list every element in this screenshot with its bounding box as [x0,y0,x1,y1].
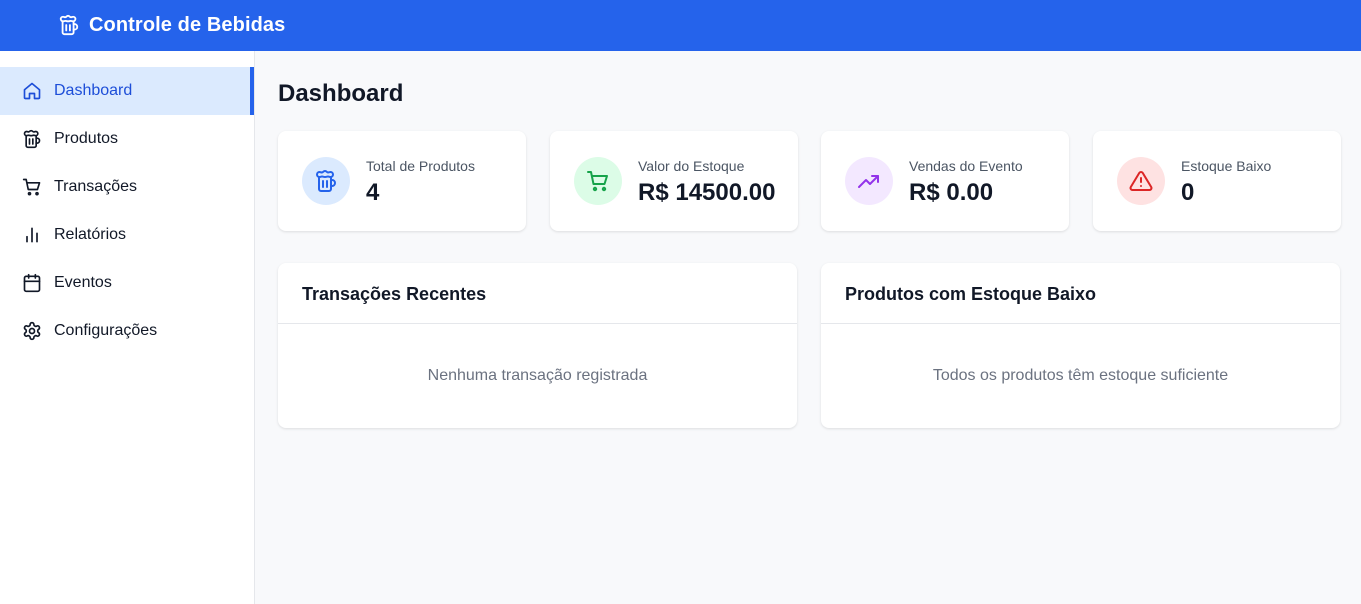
shopping-cart-icon [22,178,41,196]
panel-title: Produtos com Estoque Baixo [845,284,1097,304]
bar-chart-icon [26,227,38,243]
calendar-icon [23,273,41,293]
stat-value: 4 [366,179,380,206]
stat-card-estoque-baixo: Estoque Baixo 0 [1093,131,1341,231]
stat-icon-circle [845,157,893,205]
stat-label: Estoque Baixo [1181,158,1272,174]
shopping-cart-icon [587,171,608,192]
stat-icon-circle [1117,157,1165,205]
empty-state-text: Todos os produtos têm estoque suficiente [932,367,1229,384]
stat-icon-circle [574,157,622,205]
stat-value: R$ 0.00 [909,179,994,206]
sidebar-item-produtos[interactable]: Produtos [0,115,254,163]
page-title: Dashboard [278,80,404,107]
sidebar-item-label: Transações [54,178,137,195]
home-icon [23,82,41,100]
beer-mug-icon [23,129,41,149]
sidebar-item-dashboard[interactable]: Dashboard [0,67,254,115]
empty-state-text: Nenhuma transação registrada [427,367,648,384]
sidebar-item-label: Relatórios [54,226,127,243]
beer-mug-icon [316,170,336,192]
beer-mug-icon [59,14,79,36]
sidebar-item-eventos[interactable]: Eventos [0,259,254,307]
sidebar-item-label: Produtos [54,130,119,147]
recent-transactions-panel: Transações Recentes Nenhuma transação re… [278,263,797,428]
stat-label: Valor do Estoque [638,158,745,174]
panel-header: Produtos com Estoque Baixo [821,263,1340,324]
main-content: Dashboard Total de Produtos 4 Valor do E… [255,51,1361,604]
warning-triangle-icon [1129,170,1153,191]
stat-card-total-produtos: Total de Produtos 4 [278,131,526,231]
panel-title: Transações Recentes [302,284,487,304]
sidebar-item-label: Eventos [54,274,112,291]
app-title: Controle de Bebidas [89,14,286,36]
trending-up-icon [858,175,879,188]
gear-icon [23,321,41,341]
sidebar-item-label: Dashboard [54,82,133,99]
stat-card-valor-estoque: Valor do Estoque R$ 14500.00 [550,131,798,231]
stat-label: Total de Produtos [366,158,475,174]
sidebar: Dashboard Produtos Transações Relatórios… [0,51,255,604]
sidebar-item-transacoes[interactable]: Transações [0,163,254,211]
stat-value: R$ 14500.00 [638,179,776,206]
stat-label: Vendas do Evento [909,158,1023,174]
panel-header: Transações Recentes [278,263,797,324]
sidebar-item-relatorios[interactable]: Relatórios [0,211,254,259]
low-stock-panel: Produtos com Estoque Baixo Todos os prod… [821,263,1340,428]
top-bar: Controle de Bebidas [0,0,1361,51]
sidebar-item-configuracoes[interactable]: Configurações [0,307,254,355]
stat-icon-circle [302,157,350,205]
sidebar-item-label: Configurações [54,322,158,339]
stat-value: 0 [1181,179,1195,206]
stat-card-vendas-evento: Vendas do Evento R$ 0.00 [821,131,1069,231]
